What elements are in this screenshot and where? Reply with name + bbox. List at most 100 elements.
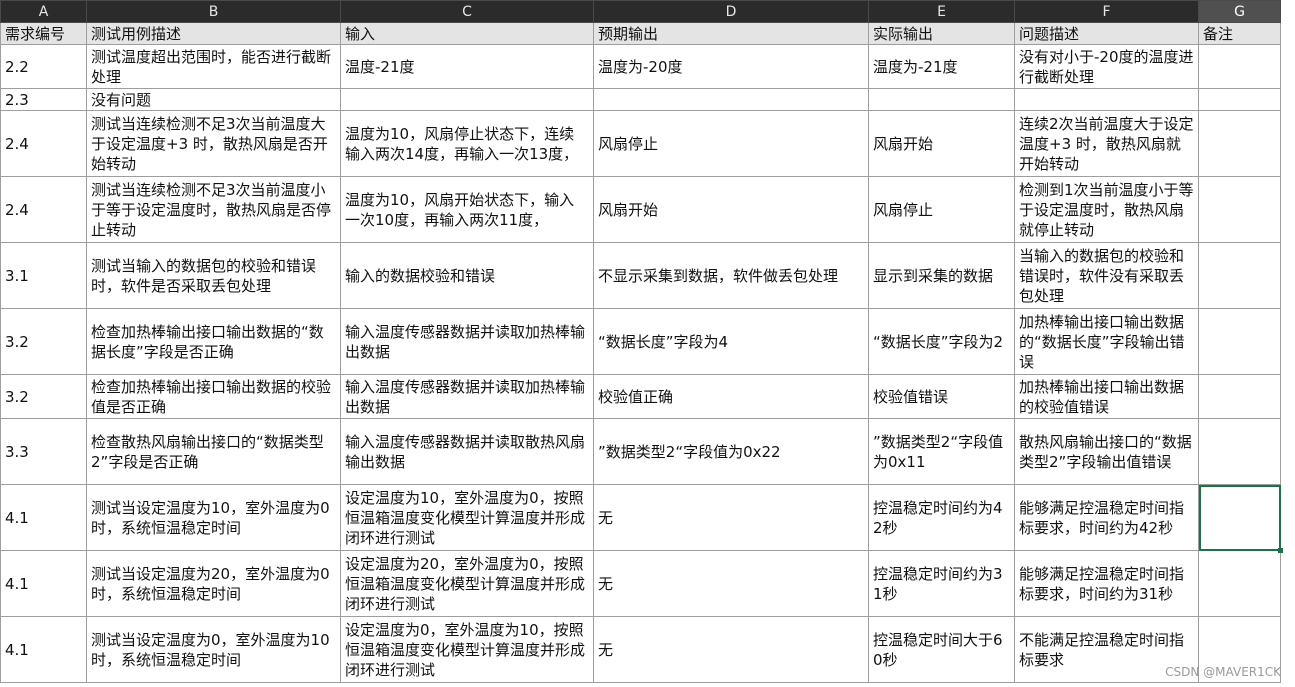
header-cell[interactable]: 需求编号 xyxy=(0,22,87,45)
column-header-b[interactable]: B xyxy=(86,0,341,23)
remark-cell[interactable] xyxy=(1198,418,1281,485)
table-cell[interactable]: “数据长度”字段为4 xyxy=(593,308,869,375)
header-cell[interactable]: 实际输出 xyxy=(868,22,1015,45)
table-cell[interactable]: 检查散热风扇输出接口的“数据类型2”字段是否正确 xyxy=(86,418,341,485)
table-cell[interactable]: 风扇开始 xyxy=(593,176,869,243)
active-cell[interactable] xyxy=(1198,484,1281,551)
table-row: 3.1 测试当输入的数据包的校验和错误时，软件是否采取丢包处理 输入的数据校验和错误… xyxy=(0,242,1281,309)
remark-cell[interactable] xyxy=(1198,550,1281,617)
table-cell[interactable]: 3.2 xyxy=(0,374,87,419)
table-cell[interactable]: 测试当连续检测不足3次当前温度小于等于设定温度时，散热风扇是否停止转动 xyxy=(86,176,341,243)
table-cell[interactable] xyxy=(1014,88,1199,111)
table-cell[interactable]: 无 xyxy=(593,484,869,551)
table-cell[interactable]: 显示到采集的数据 xyxy=(868,242,1015,309)
watermark: CSDN @MAVER1CK xyxy=(1165,665,1281,679)
table-cell[interactable]: 加热棒输出接口输出数据的“数据长度”字段输出错误 xyxy=(1014,308,1199,375)
table-cell[interactable]: 设定温度为20，室外温度为0，按照恒温箱温度变化模型计算温度并形成闭环进行测试 xyxy=(340,550,594,617)
table-cell[interactable]: 3.1 xyxy=(0,242,87,309)
table-cell[interactable]: 能够满足控温稳定时间指标要求，时间约为42秒 xyxy=(1014,484,1199,551)
table-cell[interactable]: 无 xyxy=(593,616,869,683)
table-row: 2.4 测试当连续检测不足3次当前温度小于等于设定温度时，散热风扇是否停止转动 温度… xyxy=(0,176,1281,243)
table-cell[interactable]: 2.4 xyxy=(0,110,87,177)
table-cell[interactable]: “数据长度”字段为2 xyxy=(868,308,1015,375)
table-cell[interactable] xyxy=(340,88,594,111)
table-cell[interactable]: 测试温度超出范围时，能否进行截断处理 xyxy=(86,44,341,89)
table-cell[interactable]: 测试当设定温度为10，室外温度为0时，系统恒温稳定时间 xyxy=(86,484,341,551)
table-cell[interactable]: 温度为-21度 xyxy=(868,44,1015,89)
remark-cell[interactable] xyxy=(1198,308,1281,375)
table-cell[interactable]: 4.1 xyxy=(0,616,87,683)
table-cell[interactable]: 测试当输入的数据包的校验和错误时，软件是否采取丢包处理 xyxy=(86,242,341,309)
table-cell[interactable]: 控温稳定时间约为31秒 xyxy=(868,550,1015,617)
remark-cell[interactable] xyxy=(1198,110,1281,177)
table-cell[interactable]: 散热风扇输出接口的“数据类型2”字段输出值错误 xyxy=(1014,418,1199,485)
table-cell[interactable]: 测试当连续检测不足3次当前温度大于设定温度+3 时，散热风扇是否开始转动 xyxy=(86,110,341,177)
remark-cell[interactable] xyxy=(1198,44,1281,89)
column-header-c[interactable]: C xyxy=(340,0,594,23)
table-cell[interactable] xyxy=(593,88,869,111)
table-cell[interactable]: 测试当设定温度为20，室外温度为0时，系统恒温稳定时间 xyxy=(86,550,341,617)
table-cell[interactable]: 风扇开始 xyxy=(868,110,1015,177)
table-cell[interactable]: 设定温度为10，室外温度为0，按照恒温箱温度变化模型计算温度并形成闭环进行测试 xyxy=(340,484,594,551)
header-row: 需求编号 测试用例描述 输入 预期输出 实际输出 问题描述 备注 xyxy=(0,22,1281,45)
table-cell[interactable]: 检查加热棒输出接口输出数据的“数据长度”字段是否正确 xyxy=(86,308,341,375)
remark-cell[interactable] xyxy=(1198,242,1281,309)
table-cell[interactable]: 4.1 xyxy=(0,484,87,551)
table-cell[interactable]: 2.3 xyxy=(0,88,87,111)
table-row: 2.2 测试温度超出范围时，能否进行截断处理 温度-21度 温度为-20度 温度为-21… xyxy=(0,44,1281,89)
remark-cell[interactable] xyxy=(1198,88,1281,111)
table-row: 4.1 测试当设定温度为10，室外温度为0时，系统恒温稳定时间 设定温度为10，室外… xyxy=(0,484,1281,551)
table-cell[interactable] xyxy=(868,88,1015,111)
table-cell[interactable]: 温度为-20度 xyxy=(593,44,869,89)
table-cell[interactable]: 无 xyxy=(593,550,869,617)
table-cell[interactable]: 控温稳定时间约为42秒 xyxy=(868,484,1015,551)
column-header-a[interactable]: A xyxy=(0,0,87,23)
table-cell[interactable]: 控温稳定时间大于60秒 xyxy=(868,616,1015,683)
column-header-f[interactable]: F xyxy=(1014,0,1199,23)
table-cell[interactable]: 风扇停止 xyxy=(868,176,1015,243)
spreadsheet-grid: A B C D E F G 需求编号 测试用例描述 输入 预期输出 实际输出 问题描述 备注 2.2 测试温度… xyxy=(0,0,1281,683)
table-cell[interactable]: 2.4 xyxy=(0,176,87,243)
table-cell[interactable]: 4.1 xyxy=(0,550,87,617)
table-cell[interactable]: 测试当设定温度为0，室外温度为10时，系统恒温稳定时间 xyxy=(86,616,341,683)
table-cell[interactable]: 3.3 xyxy=(0,418,87,485)
table-cell[interactable]: 能够满足控温稳定时间指标要求，时间约为31秒 xyxy=(1014,550,1199,617)
column-header-e[interactable]: E xyxy=(868,0,1015,23)
table-cell[interactable]: 校验值正确 xyxy=(593,374,869,419)
table-cell[interactable]: 没有问题 xyxy=(86,88,341,111)
table-cell[interactable]: 没有对小于-20度的温度进行截断处理 xyxy=(1014,44,1199,89)
header-cell[interactable]: 预期输出 xyxy=(593,22,869,45)
table-cell[interactable]: ”数据类型2“字段值为0x22 xyxy=(593,418,869,485)
header-cell[interactable]: 备注 xyxy=(1198,22,1281,45)
table-row: 3.2 检查加热棒输出接口输出数据的校验值是否正确 输入温度传感器数据并读取加热棒输… xyxy=(0,374,1281,419)
table-cell[interactable]: 输入温度传感器数据并读取散热风扇输出数据 xyxy=(340,418,594,485)
table-cell[interactable]: ”数据类型2“字段值为0x11 xyxy=(868,418,1015,485)
table-cell[interactable]: 输入温度传感器数据并读取加热棒输出数据 xyxy=(340,374,594,419)
table-cell[interactable]: 校验值错误 xyxy=(868,374,1015,419)
table-cell[interactable]: 输入温度传感器数据并读取加热棒输出数据 xyxy=(340,308,594,375)
remark-cell[interactable] xyxy=(1198,176,1281,243)
table-cell[interactable]: 不显示采集到数据，软件做丢包处理 xyxy=(593,242,869,309)
header-cell[interactable]: 输入 xyxy=(340,22,594,45)
table-cell[interactable]: 风扇停止 xyxy=(593,110,869,177)
remark-cell[interactable] xyxy=(1198,374,1281,419)
table-cell[interactable]: 检测到1次当前温度小于等于设定温度时，散热风扇就停止转动 xyxy=(1014,176,1199,243)
table-cell[interactable]: 2.2 xyxy=(0,44,87,89)
fill-handle[interactable] xyxy=(1278,548,1283,553)
table-cell[interactable]: 当输入的数据包的校验和错误时，软件没有采取丢包处理 xyxy=(1014,242,1199,309)
table-cell[interactable]: 3.2 xyxy=(0,308,87,375)
table-cell[interactable]: 加热棒输出接口输出数据的校验值错误 xyxy=(1014,374,1199,419)
header-cell[interactable]: 问题描述 xyxy=(1014,22,1199,45)
table-row: 2.3 没有问题 xyxy=(0,88,1281,111)
table-row: 2.4 测试当连续检测不足3次当前温度大于设定温度+3 时，散热风扇是否开始转动温… xyxy=(0,110,1281,177)
table-cell[interactable]: 温度为10，风扇开始状态下，输入一次10度，再输入两次11度， xyxy=(340,176,594,243)
table-cell[interactable]: 连续2次当前温度大于设定温度+3 时，散热风扇就开始转动 xyxy=(1014,110,1199,177)
header-cell[interactable]: 测试用例描述 xyxy=(86,22,341,45)
table-cell[interactable]: 设定温度为0，室外温度为10，按照恒温箱温度变化模型计算温度并形成闭环进行测试 xyxy=(340,616,594,683)
table-cell[interactable]: 温度-21度 xyxy=(340,44,594,89)
table-cell[interactable]: 检查加热棒输出接口输出数据的校验值是否正确 xyxy=(86,374,341,419)
column-header-g[interactable]: G xyxy=(1198,0,1281,23)
table-cell[interactable]: 输入的数据校验和错误 xyxy=(340,242,594,309)
table-cell[interactable]: 温度为10，风扇停止状态下，连续输入两次14度，再输入一次13度， xyxy=(340,110,594,177)
column-header-d[interactable]: D xyxy=(593,0,869,23)
